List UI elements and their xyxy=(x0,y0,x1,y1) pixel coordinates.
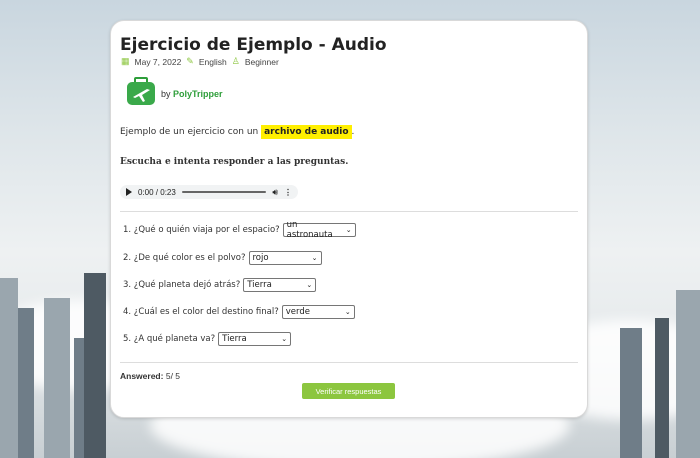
select-value: rojo xyxy=(252,253,269,263)
answer-select-4[interactable]: verde ⌄ xyxy=(281,305,355,319)
level-text: Beginner xyxy=(244,56,279,67)
polytripper-logo xyxy=(127,77,155,105)
exercise-card: Ejercicio de Ejemplo - Audio ▦ May 7, 20… xyxy=(110,20,588,418)
select-value: Tierra xyxy=(247,280,272,290)
divider-top xyxy=(120,211,578,212)
page-title: Ejercicio de Ejemplo - Audio xyxy=(120,35,387,55)
meta-row: ▦ May 7, 2022 ✎ English ♙ Beginner xyxy=(121,56,279,67)
audio-progress-track[interactable] xyxy=(181,191,267,193)
chevron-down-icon: ⌄ xyxy=(306,281,313,289)
select-value: verde xyxy=(285,307,310,317)
author-link[interactable]: PolyTripper xyxy=(173,89,223,99)
chevron-down-icon: ⌄ xyxy=(281,335,288,343)
answered-label: Answered: xyxy=(120,371,164,381)
question-5: 5. ¿A qué planeta va? Tierra ⌄ xyxy=(123,332,292,346)
select-value: un astronauta xyxy=(286,220,333,240)
intro-paragraph: Ejemplo de un ejercicio con un archivo d… xyxy=(120,125,355,139)
calendar-icon: ▦ xyxy=(121,56,130,66)
date-text: May 7, 2022 xyxy=(134,56,182,67)
play-icon[interactable] xyxy=(126,188,132,196)
by-prefix: by xyxy=(161,89,171,99)
question-label: 1. ¿Qué o quién viaja por el espacio? xyxy=(123,225,280,235)
more-options-icon[interactable]: ⋮ xyxy=(284,188,292,197)
intro-text: Ejemplo de un ejercicio con un xyxy=(120,127,259,137)
audio-time: 0:00 / 0:23 xyxy=(138,187,176,197)
question-label: 3. ¿Qué planeta dejó atrás? xyxy=(123,280,241,290)
question-2: 2. ¿De qué color es el polvo? rojo ⌄ xyxy=(123,251,322,265)
answer-select-5[interactable]: Tierra ⌄ xyxy=(218,332,292,346)
question-label: 4. ¿Cuál es el color del destino final? xyxy=(123,307,279,317)
question-4: 4. ¿Cuál es el color del destino final? … xyxy=(123,305,355,319)
audio-player[interactable]: 0:00 / 0:23 🔊︎ ⋮ xyxy=(120,185,298,199)
byline: by PolyTripper xyxy=(161,89,223,99)
volume-icon[interactable]: 🔊︎ xyxy=(272,187,278,198)
select-value: Tierra xyxy=(222,334,247,344)
question-1: 1. ¿Qué o quién viaja por el espacio? un… xyxy=(123,220,356,240)
user-icon: ♙ xyxy=(231,56,240,66)
chevron-down-icon: ⌄ xyxy=(344,308,351,316)
answer-select-2[interactable]: rojo ⌄ xyxy=(248,251,322,265)
answer-select-1[interactable]: un astronauta ⌄ xyxy=(282,220,356,240)
chevron-down-icon: ⌄ xyxy=(345,226,352,234)
question-label: 2. ¿De qué color es el polvo? xyxy=(123,253,246,263)
answered-status: Answered: 5/ 5 xyxy=(120,371,180,381)
verify-answers-button[interactable]: Verificar respuestas xyxy=(302,383,395,399)
answer-select-3[interactable]: Tierra ⌄ xyxy=(243,278,317,292)
divider-bottom xyxy=(120,362,578,363)
answered-count: 5/ 5 xyxy=(165,371,181,381)
language-text: English xyxy=(198,56,227,67)
instruction-text: Escucha e intenta responder a las pregun… xyxy=(120,157,349,167)
intro-end: . xyxy=(351,127,355,137)
language-icon: ✎ xyxy=(186,56,194,66)
chevron-down-icon: ⌄ xyxy=(311,254,318,262)
question-3: 3. ¿Qué planeta dejó atrás? Tierra ⌄ xyxy=(123,278,317,292)
question-label: 5. ¿A qué planeta va? xyxy=(123,334,216,344)
intro-highlight: archivo de audio xyxy=(261,125,352,139)
